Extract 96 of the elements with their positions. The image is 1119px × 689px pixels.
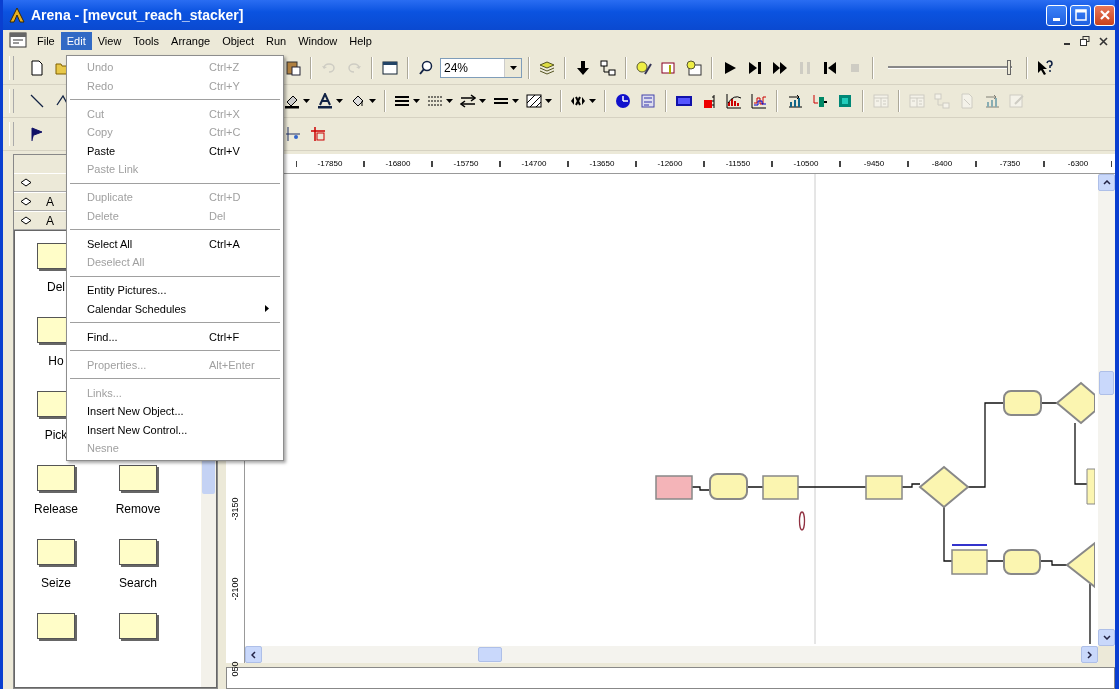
new-icon bbox=[29, 60, 45, 76]
minimize-button[interactable] bbox=[1046, 4, 1067, 26]
clock-icon bbox=[615, 93, 631, 109]
close-icon bbox=[1098, 36, 1108, 46]
module-icon[interactable] bbox=[119, 465, 157, 491]
fill-icon bbox=[350, 93, 366, 109]
module-label: Release bbox=[34, 502, 78, 516]
menu-item[interactable]: Object bbox=[216, 32, 260, 50]
line-width-icon bbox=[394, 93, 410, 109]
grid-icon bbox=[310, 126, 326, 142]
snap-icon bbox=[285, 126, 301, 142]
route-icon bbox=[984, 93, 1000, 109]
route-icon bbox=[787, 93, 803, 109]
arrow-down-icon bbox=[575, 60, 591, 76]
connect-icon bbox=[600, 60, 616, 76]
maximize-icon bbox=[1074, 9, 1087, 21]
scroll-thumb[interactable] bbox=[1099, 371, 1114, 395]
fast-icon bbox=[772, 60, 788, 76]
dash-icon bbox=[427, 93, 443, 109]
restore-button[interactable] bbox=[1077, 34, 1093, 48]
histogram-icon bbox=[751, 93, 767, 109]
connect-icon bbox=[934, 93, 950, 109]
close-button[interactable] bbox=[1094, 4, 1115, 26]
menu-item[interactable]: Edit bbox=[60, 32, 92, 50]
redo-icon bbox=[346, 60, 362, 76]
module-icon[interactable] bbox=[119, 539, 157, 565]
module-icon[interactable] bbox=[37, 465, 75, 491]
clock-pencil-icon bbox=[636, 60, 652, 76]
diamond-icon bbox=[20, 197, 32, 206]
module-label: Search bbox=[119, 576, 157, 590]
edit-icon bbox=[1009, 93, 1025, 109]
panel-icon bbox=[909, 93, 925, 109]
window-icon bbox=[382, 60, 398, 76]
menu-item[interactable]: File bbox=[31, 32, 61, 50]
level-icon bbox=[701, 93, 717, 109]
scroll-right-button[interactable] bbox=[1081, 646, 1098, 663]
panel-icon bbox=[873, 93, 889, 109]
date-icon bbox=[640, 93, 656, 109]
chevron-right-icon bbox=[1087, 650, 1092, 659]
start-icon bbox=[822, 60, 838, 76]
clock-window-icon bbox=[686, 60, 702, 76]
module-label: Remove bbox=[115, 502, 161, 516]
menu-item[interactable]: View bbox=[91, 32, 128, 50]
module-icon[interactable] bbox=[119, 613, 157, 639]
station-icon bbox=[812, 93, 828, 109]
dropdown-arrow-icon bbox=[509, 66, 517, 70]
diamond-icon bbox=[20, 178, 32, 187]
module-label: Ho bbox=[48, 354, 64, 368]
props-icon bbox=[661, 60, 677, 76]
diamond-icon bbox=[20, 216, 32, 225]
close-icon bbox=[1098, 9, 1111, 21]
menu-item[interactable]: Tools bbox=[127, 32, 166, 50]
chevron-left-icon bbox=[251, 650, 256, 659]
text-color-icon bbox=[317, 93, 333, 109]
document-icon[interactable] bbox=[9, 32, 27, 50]
step-icon bbox=[747, 60, 763, 76]
menu-item[interactable]: Window bbox=[292, 32, 344, 50]
scroll-thumb[interactable] bbox=[478, 647, 502, 662]
module-icon[interactable] bbox=[37, 613, 75, 639]
module-label: Seize bbox=[41, 576, 71, 590]
play-icon bbox=[722, 60, 738, 76]
speed-slider[interactable] bbox=[888, 58, 1012, 78]
scroll-up-button[interactable] bbox=[1098, 174, 1115, 191]
pattern-icon bbox=[526, 93, 542, 109]
module-label: Pick bbox=[44, 428, 68, 442]
station-box-icon bbox=[837, 93, 853, 109]
scrollbar[interactable] bbox=[245, 646, 1098, 663]
plot-icon bbox=[726, 93, 742, 109]
maximize-button[interactable] bbox=[1070, 4, 1091, 26]
help-icon bbox=[1037, 60, 1053, 76]
minimize-icon bbox=[1053, 17, 1060, 21]
app-icon bbox=[8, 6, 26, 24]
line-color-icon bbox=[284, 93, 300, 109]
scrollbar[interactable] bbox=[1098, 174, 1115, 646]
line-icon bbox=[29, 93, 45, 109]
window-title: Arena - [mevcut_reach_stacker] bbox=[31, 7, 244, 23]
number-icon bbox=[676, 93, 692, 109]
layers-icon bbox=[539, 60, 555, 76]
zoom-combo[interactable]: 24% bbox=[440, 58, 522, 78]
paste-icon bbox=[285, 60, 301, 76]
arrows-icon bbox=[460, 93, 476, 109]
module-label: Del bbox=[47, 280, 65, 294]
search-icon bbox=[418, 60, 434, 76]
chevron-down-icon bbox=[1102, 635, 1111, 640]
doc-icon bbox=[959, 93, 975, 109]
menu-item[interactable]: Help bbox=[343, 32, 378, 50]
flag-icon bbox=[29, 126, 45, 142]
scroll-left-button[interactable] bbox=[245, 646, 262, 663]
menu-item[interactable]: Run bbox=[260, 32, 293, 50]
chevron-up-icon bbox=[1102, 180, 1111, 185]
undo-icon bbox=[321, 60, 337, 76]
scroll-down-button[interactable] bbox=[1098, 629, 1115, 646]
pause-icon bbox=[797, 60, 813, 76]
menu-item[interactable]: Arrange bbox=[165, 32, 217, 50]
module-icon[interactable] bbox=[37, 539, 75, 565]
restore-icon bbox=[1080, 36, 1090, 46]
